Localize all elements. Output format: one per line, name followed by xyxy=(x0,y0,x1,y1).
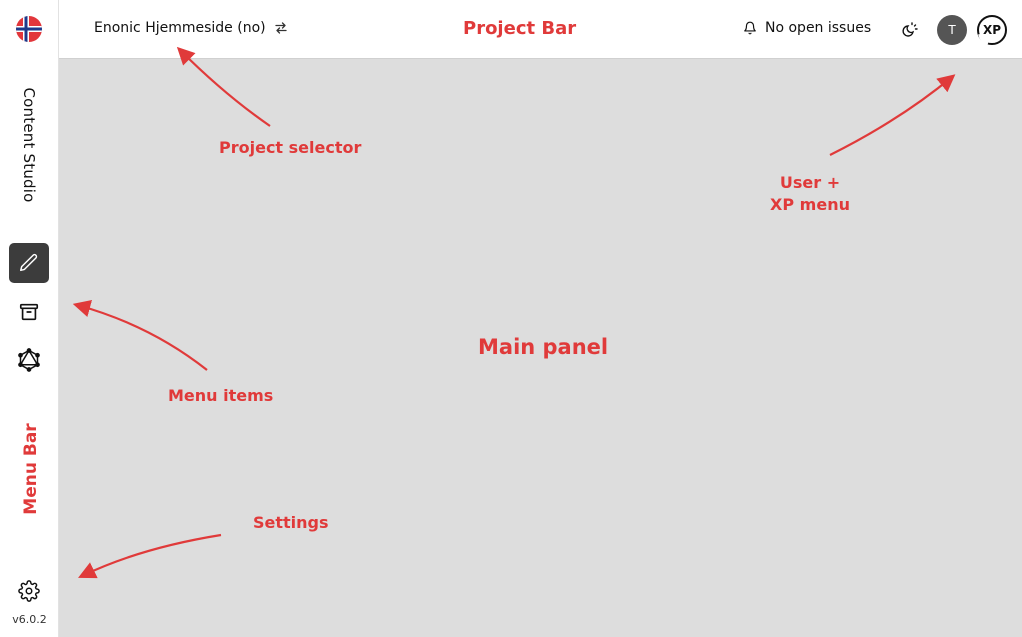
nav-item-edit[interactable] xyxy=(9,243,49,283)
archive-icon xyxy=(19,303,39,321)
gear-icon xyxy=(18,580,40,602)
annotation-user-xp-menu: User + XP menu xyxy=(770,172,850,216)
xp-logo-text: XP xyxy=(982,23,1002,37)
project-name: Enonic Hjemmeside (no) xyxy=(94,20,266,36)
annotation-project-selector: Project selector xyxy=(219,138,362,157)
annotation-settings: Settings xyxy=(253,513,329,532)
xp-menu-button[interactable]: XP xyxy=(976,14,1008,46)
theme-toggle-icon xyxy=(902,22,918,37)
settings-button[interactable] xyxy=(9,571,49,611)
bell-icon xyxy=(744,21,756,35)
menu-bar: Content Studio v6.0.2 xyxy=(0,0,59,637)
nav-item-archive[interactable] xyxy=(9,292,49,332)
issues-label: No open issues xyxy=(765,20,872,36)
swap-arrows-icon xyxy=(274,22,287,34)
annotation-user-xp-menu-line1: User + xyxy=(779,173,841,192)
annotation-user-xp-menu-line2: XP menu xyxy=(770,195,850,214)
theme-toggle-button[interactable] xyxy=(899,20,919,40)
graphql-icon xyxy=(18,348,40,372)
annotation-menu-items: Menu items xyxy=(168,386,274,405)
project-selector[interactable]: Enonic Hjemmeside (no) xyxy=(94,20,288,36)
app-name: Content Studio xyxy=(20,87,38,203)
nav-item-graphql[interactable] xyxy=(9,340,49,380)
annotation-main-panel: Main panel xyxy=(478,335,609,359)
norway-flag-icon xyxy=(16,16,42,42)
annotation-project-bar: Project Bar xyxy=(463,18,577,39)
issues-button[interactable]: No open issues xyxy=(743,20,871,36)
app-window: Content Studio v6.0.2 Enonic Hjemmeside … xyxy=(0,0,1022,637)
annotation-menu-bar: Menu Bar xyxy=(21,423,41,515)
pencil-icon xyxy=(20,253,38,272)
user-avatar[interactable]: T xyxy=(937,15,967,45)
version-label: v6.0.2 xyxy=(12,613,47,626)
